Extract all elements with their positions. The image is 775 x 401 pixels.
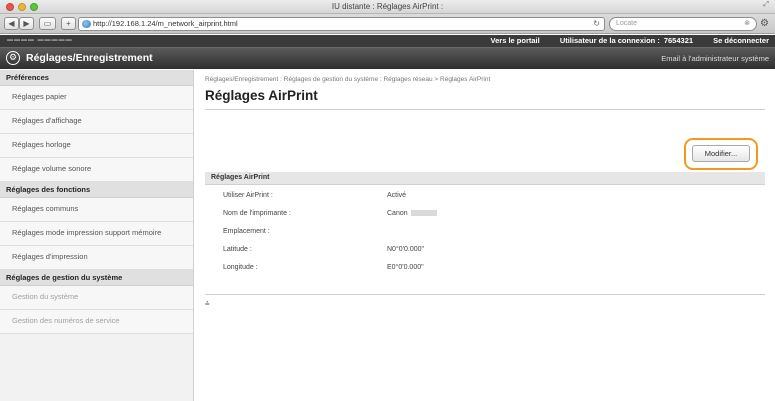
section-heading: Réglages AirPrint bbox=[205, 172, 765, 185]
gear-icon[interactable]: ⚙ bbox=[760, 18, 772, 30]
sidebar-item-clock-settings[interactable]: Réglages horloge bbox=[0, 134, 193, 158]
printer-name-text: Canon bbox=[387, 210, 408, 217]
top-links: Vers le portail Utilisateur de la connex… bbox=[473, 36, 769, 45]
url-text: http://192.168.1.24/m_network_airprint.h… bbox=[93, 19, 238, 28]
address-bar[interactable]: http://192.168.1.24/m_network_airprint.h… bbox=[78, 17, 605, 31]
reload-icon[interactable]: ↻ bbox=[593, 18, 600, 30]
login-user-value: 7654321 bbox=[663, 36, 694, 45]
sidebar: Préférences Réglages papier Réglages d'a… bbox=[0, 70, 194, 401]
row-label: Longitude : bbox=[223, 264, 258, 271]
row-label: Nom de l'imprimante : bbox=[223, 210, 291, 217]
sidebar-item-system-management[interactable]: Gestion du système bbox=[0, 286, 193, 310]
portal-link[interactable]: Vers le portail bbox=[491, 36, 540, 45]
settings-table: Utiliser AirPrint : Activé Nom de l'impr… bbox=[205, 187, 765, 277]
sidebar-item-print-settings[interactable]: Réglages d'impression bbox=[0, 246, 193, 270]
logout-link[interactable]: Se déconnecter bbox=[713, 36, 769, 45]
sidebar-section-preferences: Préférences bbox=[0, 70, 193, 86]
back-button[interactable]: ◀ bbox=[4, 17, 19, 30]
sidebar-item-service-numbers[interactable]: Gestion des numéros de service bbox=[0, 310, 193, 334]
main-content: Réglages/Enregistrement : Réglages de ge… bbox=[205, 70, 765, 308]
row-label: Latitude : bbox=[223, 246, 252, 253]
row-label: Emplacement : bbox=[223, 228, 270, 235]
device-name-redacted: ▬▬▬▬ ▬▬▬▬▬ bbox=[7, 37, 73, 43]
row-value: Activé bbox=[387, 192, 407, 199]
header-title: Réglages/Enregistrement bbox=[26, 52, 153, 64]
table-row: Emplacement : bbox=[205, 223, 765, 241]
row-value: E0°0'0.000" bbox=[387, 264, 424, 271]
edit-button-highlight: Modifier... bbox=[684, 138, 758, 170]
table-row: Longitude : E0°0'0.000" bbox=[205, 259, 765, 277]
login-user-label: Utilisateur de la connexion : bbox=[559, 36, 660, 45]
table-row: Latitude : N0°0'0.000" bbox=[205, 241, 765, 259]
window-title: IU distante : Réglages AirPrint : bbox=[331, 2, 444, 11]
title-divider bbox=[205, 109, 765, 110]
table-row: Utiliser AirPrint : Activé bbox=[205, 187, 765, 205]
table-row: Nom de l'imprimante : Canon bbox=[205, 205, 765, 223]
sidebar-section-system-management: Réglages de gestion du système bbox=[0, 270, 193, 286]
row-label: Utiliser AirPrint : bbox=[223, 192, 273, 199]
page-title: Réglages AirPrint bbox=[205, 88, 318, 103]
browser-toolbar: ◀ ▶ ▭ + http://192.168.1.24/m_network_ai… bbox=[0, 14, 775, 34]
redacted-text bbox=[410, 210, 437, 217]
fullscreen-icon[interactable]: ⤢ bbox=[763, 1, 769, 9]
add-bookmark-button[interactable]: + bbox=[61, 17, 76, 30]
sidebar-item-common-settings[interactable]: Réglages communs bbox=[0, 198, 193, 222]
back-to-top-icon[interactable]: ⩮ bbox=[205, 299, 210, 309]
sidebar-item-memory-print-settings[interactable]: Réglages mode impression support mémoire bbox=[0, 222, 193, 246]
sidebar-item-display-settings[interactable]: Réglages d'affichage bbox=[0, 110, 193, 134]
page-header-bar: ⚙ Réglages/Enregistrement Email à l'admi… bbox=[0, 47, 775, 69]
sidebar-item-volume-settings[interactable]: Réglage volume sonore bbox=[0, 158, 193, 182]
sidebar-section-functions: Réglages des fonctions bbox=[0, 182, 193, 198]
globe-icon bbox=[82, 20, 91, 28]
forward-button[interactable]: ▶ bbox=[19, 17, 34, 30]
row-value: N0°0'0.000" bbox=[387, 246, 424, 253]
window-titlebar: IU distante : Réglages AirPrint : ⤢ bbox=[0, 0, 775, 14]
content-divider bbox=[205, 294, 765, 295]
email-admin-link[interactable]: Email à l'administrateur système bbox=[661, 54, 769, 63]
row-value-printer-name: Canon bbox=[387, 210, 437, 217]
edit-button[interactable]: Modifier... bbox=[692, 145, 750, 162]
search-placeholder: Locate bbox=[616, 20, 638, 27]
bookmarks-icon[interactable]: ▭ bbox=[39, 17, 56, 30]
search-input[interactable]: Locate ⊗ bbox=[609, 17, 757, 31]
breadcrumb: Réglages/Enregistrement : Réglages de ge… bbox=[205, 76, 491, 83]
clear-search-icon[interactable]: ⊗ bbox=[744, 18, 750, 30]
settings-icon: ⚙ bbox=[6, 51, 20, 65]
sidebar-item-paper-settings[interactable]: Réglages papier bbox=[0, 86, 193, 110]
